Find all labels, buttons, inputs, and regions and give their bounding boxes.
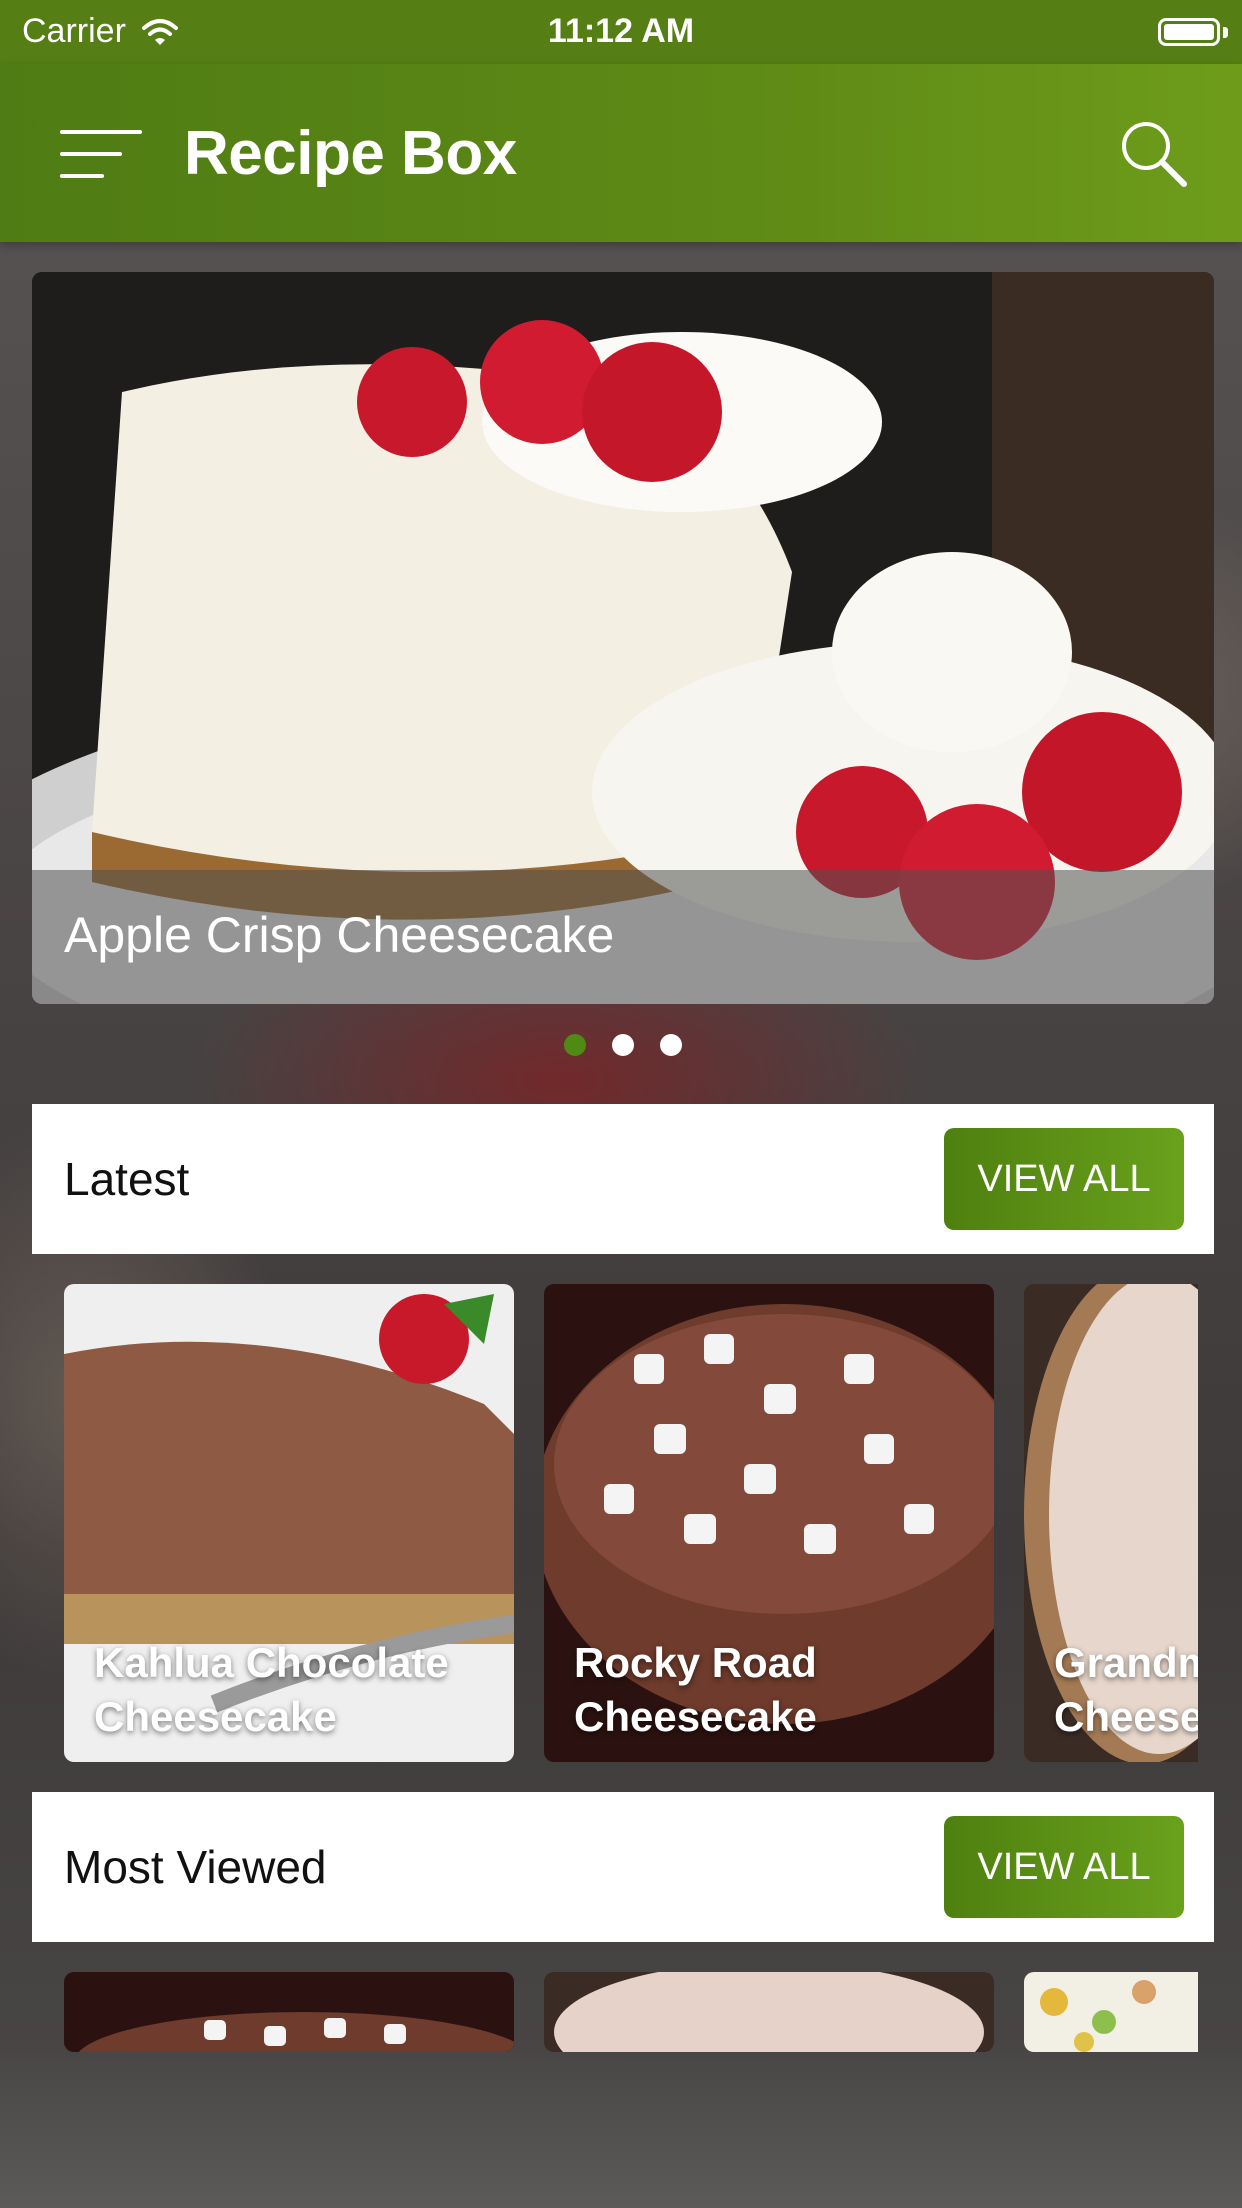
hamburger-icon[interactable] (60, 126, 146, 182)
most-viewed-title: Most Viewed (64, 1841, 327, 1893)
recipe-card[interactable]: Grandma's Bake Cheesecake (1024, 1284, 1198, 1762)
recipe-card[interactable]: Rocky Road Cheesecake (544, 1284, 994, 1762)
hero-slide[interactable]: Apple Crisp Cheesecake (32, 272, 1214, 1004)
latest-header: Latest VIEW ALL (32, 1104, 1214, 1254)
card-title: Grandma's Bake Cheesecake (1054, 1639, 1198, 1740)
hero-caption: Apple Crisp Cheesecake (32, 870, 1214, 1004)
page-dot-3[interactable] (660, 1034, 682, 1056)
page-dot-2[interactable] (612, 1034, 634, 1056)
recipe-image (1024, 1972, 1198, 2052)
bottom-background (0, 2052, 1242, 2208)
app-title: Recipe Box (184, 119, 517, 188)
hero-title: Apple Crisp Cheesecake (64, 907, 615, 963)
status-bar: Carrier 11:12 AM (0, 0, 1242, 64)
most-viewed-view-all-button[interactable]: VIEW ALL (944, 1816, 1184, 1918)
latest-title: Latest (64, 1153, 190, 1205)
nav-bar: Recipe Box (0, 64, 1242, 242)
status-time: 11:12 AM (547, 12, 695, 50)
battery-icon (1158, 18, 1220, 46)
card-title: Kahlua Chocolate Cheesecake (94, 1639, 449, 1740)
battery-tip (1223, 27, 1228, 38)
recipe-card[interactable] (64, 1972, 514, 2052)
most-viewed-cards (32, 1972, 1198, 2052)
recipe-card[interactable] (544, 1972, 994, 2052)
latest-view-all-button[interactable]: VIEW ALL (944, 1128, 1184, 1230)
card-title: Rocky Road Cheesecake (574, 1639, 817, 1740)
recipe-image (64, 1972, 514, 2052)
page-indicator (0, 1034, 1242, 1058)
recipe-card[interactable] (1024, 1972, 1198, 2052)
search-icon[interactable] (1116, 116, 1192, 192)
page-dot-1[interactable] (564, 1034, 586, 1056)
latest-cards: Kahlua Chocolate Cheesecake Rocky Road C… (32, 1284, 1198, 1762)
recipe-image (544, 1972, 994, 2052)
recipe-card[interactable]: Kahlua Chocolate Cheesecake (64, 1284, 514, 1762)
most-viewed-header: Most Viewed VIEW ALL (32, 1792, 1214, 1942)
